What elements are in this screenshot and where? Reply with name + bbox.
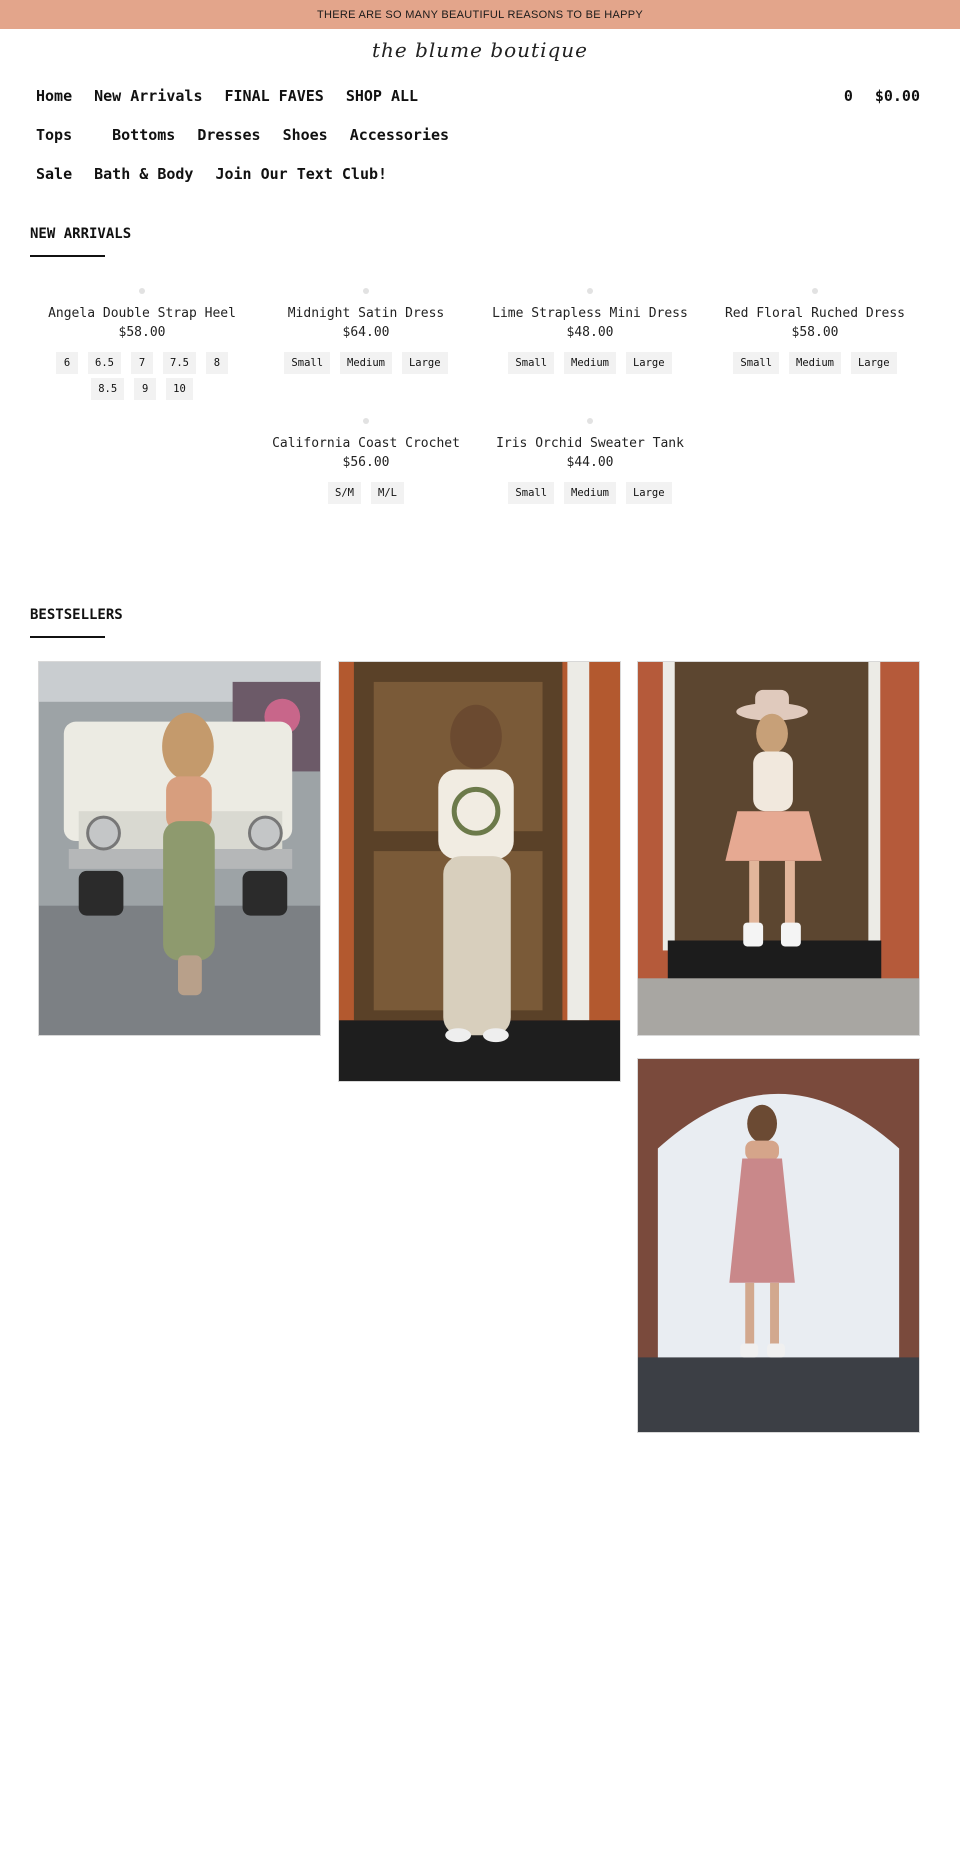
product-card[interactable]: Angela Double Strap Heel $58.00 6 6.5 7 … [32, 288, 252, 400]
size-option[interactable]: Small [284, 352, 331, 374]
new-arrivals-divider [30, 255, 105, 257]
nav-dresses[interactable]: Dresses [197, 126, 260, 144]
size-options: 6 6.5 7 7.5 8 8.5 9 10 [47, 352, 237, 400]
size-option[interactable]: M/L [371, 482, 404, 504]
bestseller-product-image[interactable] [637, 661, 920, 1036]
product-name[interactable]: Red Floral Ruched Dress [705, 306, 925, 321]
size-option[interactable]: Large [850, 352, 897, 374]
size-options: S/M M/L [256, 482, 476, 504]
product-price: $48.00 [566, 325, 614, 340]
bestseller-product-image[interactable] [338, 661, 621, 1082]
smiley-tee-photo [339, 662, 620, 1081]
product-thumbnail[interactable] [363, 418, 369, 424]
main-nav-row-1: Home New Arrivals FINAL FAVES SHOP ALL [36, 87, 440, 105]
product-name[interactable]: Iris Orchid Sweater Tank [480, 436, 700, 451]
size-option[interactable]: Large [625, 482, 672, 504]
nav-shop-all[interactable]: SHOP ALL [346, 87, 418, 105]
nav-home[interactable]: Home [36, 87, 72, 105]
size-option[interactable]: Small [508, 482, 555, 504]
product-name[interactable]: Angela Double Strap Heel [32, 306, 252, 321]
cart-count: 0 [843, 87, 853, 105]
announcement-text: THERE ARE SO MANY BEAUTIFUL REASONS TO B… [316, 8, 644, 21]
bestsellers-divider [30, 636, 105, 638]
size-option[interactable]: 7 [131, 352, 153, 374]
nav-final-faves[interactable]: FINAL FAVES [225, 87, 324, 105]
product-price: $58.00 [118, 325, 166, 340]
product-thumbnail[interactable] [812, 288, 818, 294]
cart-total: $0.00 [874, 87, 920, 105]
cart-link[interactable]: 0 $0.00 [844, 87, 920, 105]
size-options: Small Medium Large [705, 352, 925, 374]
size-options: Small Medium Large [480, 352, 700, 374]
product-name[interactable]: California Coast Crochet [256, 436, 476, 451]
truck-photo [39, 662, 320, 1035]
size-option[interactable]: 6.5 [88, 352, 121, 374]
bestsellers-heading: BESTSELLERS [30, 607, 123, 623]
size-options: Small Medium Large [256, 352, 476, 374]
slip-dress-photo [638, 1059, 919, 1432]
size-option[interactable]: Medium [789, 352, 841, 374]
size-option[interactable]: S/M [328, 482, 361, 504]
product-name[interactable]: Midnight Satin Dress [256, 306, 476, 321]
product-thumbnail[interactable] [587, 418, 593, 424]
store-logo[interactable]: the blume boutique [0, 38, 960, 62]
nav-accessories[interactable]: Accessories [350, 126, 449, 144]
product-name[interactable]: Lime Strapless Mini Dress [480, 306, 700, 321]
size-option[interactable]: Medium [340, 352, 392, 374]
new-arrivals-heading: NEW ARRIVALS [30, 226, 132, 242]
bestseller-product-image[interactable] [637, 1058, 920, 1433]
size-option[interactable]: Large [625, 352, 672, 374]
product-card[interactable]: Lime Strapless Mini Dress $48.00 Small M… [480, 288, 700, 374]
nav-text-club[interactable]: Join Our Text Club! [215, 165, 387, 183]
product-card[interactable]: Midnight Satin Dress $64.00 Small Medium… [256, 288, 476, 374]
size-option[interactable]: 8 [205, 352, 228, 374]
size-option[interactable]: 7.5 [163, 352, 196, 374]
size-option[interactable]: Medium [564, 352, 616, 374]
size-option[interactable]: Small [508, 352, 555, 374]
size-option[interactable]: Medium [564, 482, 616, 504]
size-option[interactable]: 6 [56, 352, 79, 374]
main-nav-row-2: Tops Bottoms Dresses Shoes Accessories [36, 126, 471, 144]
product-price: $64.00 [342, 325, 390, 340]
nav-shoes[interactable]: Shoes [283, 126, 328, 144]
main-nav-row-3: Sale Bath & Body Join Our Text Club! [36, 165, 409, 183]
size-option[interactable]: 8.5 [91, 378, 125, 400]
product-price: $44.00 [566, 455, 614, 470]
size-option[interactable]: 9 [134, 378, 157, 400]
size-option[interactable]: Small [733, 352, 780, 374]
product-card[interactable]: Red Floral Ruched Dress $58.00 Small Med… [705, 288, 925, 374]
product-card[interactable]: Iris Orchid Sweater Tank $44.00 Small Me… [480, 418, 700, 504]
nav-sale[interactable]: Sale [36, 165, 72, 183]
product-card[interactable]: California Coast Crochet $56.00 S/M M/L [256, 418, 476, 504]
product-thumbnail[interactable] [139, 288, 145, 294]
size-option[interactable]: 10 [166, 378, 193, 400]
floral-skirt-photo [638, 662, 919, 1035]
nav-bath-body[interactable]: Bath & Body [94, 165, 193, 183]
nav-bottoms[interactable]: Bottoms [112, 126, 175, 144]
product-price: $58.00 [791, 325, 839, 340]
size-option[interactable]: Large [401, 352, 448, 374]
size-options: Small Medium Large [480, 482, 700, 504]
nav-tops[interactable]: Tops [36, 126, 72, 144]
bestseller-product-image[interactable] [38, 661, 321, 1036]
nav-new-arrivals[interactable]: New Arrivals [94, 87, 202, 105]
product-thumbnail[interactable] [363, 288, 369, 294]
announcement-bar: THERE ARE SO MANY BEAUTIFUL REASONS TO B… [0, 0, 960, 29]
product-thumbnail[interactable] [587, 288, 593, 294]
product-price: $56.00 [342, 455, 390, 470]
